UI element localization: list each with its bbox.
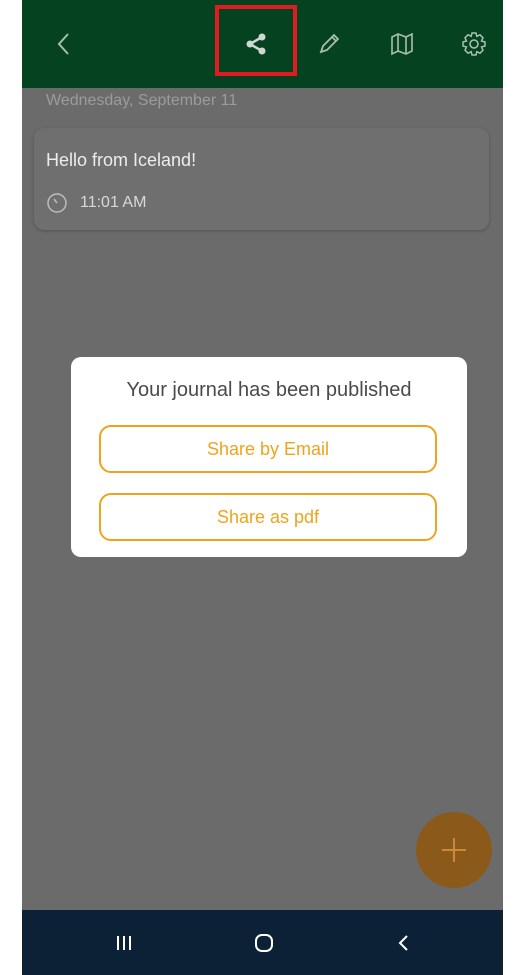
back-button[interactable] [44, 24, 84, 64]
map-button[interactable] [382, 24, 422, 64]
clock-icon [47, 193, 67, 213]
entry-time: 11:01 AM [80, 194, 147, 211]
home-icon [255, 934, 273, 952]
pencil-icon [319, 33, 340, 54]
plus-icon [442, 838, 466, 862]
date-header: Wednesday, September 11 [46, 92, 238, 109]
settings-button[interactable] [454, 24, 494, 64]
home-button[interactable] [244, 928, 284, 958]
gear-icon [462, 32, 486, 56]
entry-title: Hello from Iceland! [46, 150, 197, 170]
share-highlight-box [215, 5, 297, 76]
chevron-left-icon [57, 33, 69, 55]
dialog-message: Your journal has been published [126, 379, 412, 401]
recent-apps-icon [117, 936, 131, 950]
system-back-button[interactable] [384, 928, 424, 958]
share-as-pdf-button[interactable]: Share as pdf [99, 493, 437, 541]
recent-apps-button[interactable] [104, 928, 144, 958]
map-icon [391, 32, 413, 56]
share-by-email-button[interactable]: Share by Email [99, 425, 437, 473]
back-icon [398, 935, 408, 951]
phone-screen: Wednesday, September 11 Hello from Icela… [22, 0, 503, 975]
system-nav-bar [22, 910, 503, 975]
journal-entry-card[interactable]: Hello from Iceland! 11:01 AM [34, 128, 489, 230]
add-entry-button[interactable] [416, 812, 492, 888]
edit-button[interactable] [309, 24, 349, 64]
publish-dialog: Your journal has been published Share by… [71, 357, 467, 557]
